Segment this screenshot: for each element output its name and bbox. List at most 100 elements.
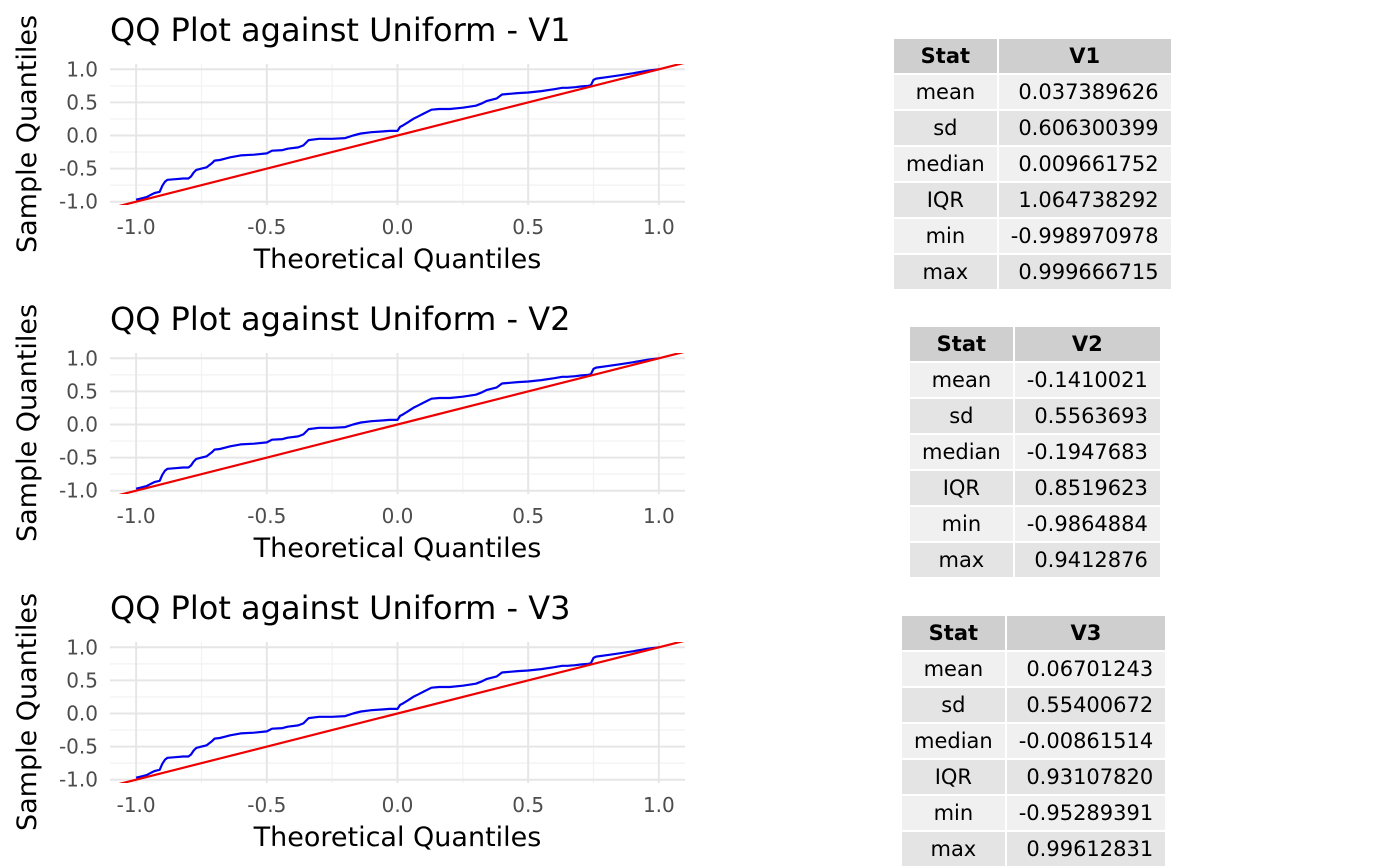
stat-name-cell: IQR xyxy=(894,183,997,217)
table-row: sd 0.606300399 xyxy=(894,111,1171,145)
stat-value-cell: 0.93107820 xyxy=(1006,760,1166,794)
y-tick-label: 0.0 xyxy=(66,701,98,725)
x-tick-label: 0.0 xyxy=(382,215,414,239)
column-header: V3 xyxy=(1006,616,1166,650)
stat-name-cell: max xyxy=(902,832,1005,866)
stat-name-cell: min xyxy=(894,219,997,253)
y-tick-label: -1.0 xyxy=(59,190,98,214)
y-tick-label: -0.5 xyxy=(59,446,98,470)
y-tick-label: 0.0 xyxy=(66,412,98,436)
stat-name-cell: IQR xyxy=(902,760,1005,794)
y-tick-label: 1.0 xyxy=(66,346,98,370)
x-tick-label: 0.5 xyxy=(512,793,544,817)
x-tick-label: 0.5 xyxy=(512,215,544,239)
table-row: min -0.95289391 xyxy=(902,796,1166,830)
x-tick-label: -1.0 xyxy=(117,504,156,528)
stat-name-cell: mean xyxy=(894,75,997,109)
table-row: max 0.99612831 xyxy=(902,832,1166,866)
table-row: IQR 0.8519623 xyxy=(910,471,1160,505)
stat-name-cell: max xyxy=(910,543,1013,577)
stat-value-cell: 0.99612831 xyxy=(1006,832,1166,866)
stat-value-cell: -0.1410021 xyxy=(1014,363,1160,397)
stat-value-cell: -0.1947683 xyxy=(1014,435,1160,469)
stats-table-v1: Stat V1 mean 0.037389626 sd 0.606300399 median… xyxy=(892,37,1173,291)
stat-name-cell: sd xyxy=(902,688,1005,722)
table-row: min -0.998970978 xyxy=(894,219,1171,253)
x-tick-label: -1.0 xyxy=(117,793,156,817)
table-row: IQR 0.93107820 xyxy=(902,760,1166,794)
stat-name-cell: sd xyxy=(910,399,1013,433)
x-axis-label: Theoretical Quantiles xyxy=(253,533,542,564)
x-tick-label: -0.5 xyxy=(247,504,286,528)
x-tick-label: -0.5 xyxy=(247,215,286,239)
x-tick-label: 0.0 xyxy=(382,793,414,817)
stat-value-cell: 0.8519623 xyxy=(1014,471,1160,505)
stat-value-cell: 0.606300399 xyxy=(998,111,1171,145)
column-header: Stat xyxy=(902,616,1005,650)
table-row: min -0.9864884 xyxy=(910,507,1160,541)
x-axis-label: Theoretical Quantiles xyxy=(253,244,542,275)
stat-name-cell: mean xyxy=(902,652,1005,686)
y-axis-label: Sample Quantiles xyxy=(12,15,43,253)
plot-title: QQ Plot against Uniform - V2 xyxy=(110,300,570,338)
x-tick-label: -1.0 xyxy=(117,215,156,239)
table-header-row: Stat V1 xyxy=(894,39,1171,73)
stat-value-cell: 0.009661752 xyxy=(998,147,1171,181)
y-tick-label: 1.0 xyxy=(66,635,98,659)
table-row: sd 0.55400672 xyxy=(902,688,1166,722)
qq-plots-svg: -1.0 -0.5 0.0 0.5 1.0 -1.0 -0.5 0.0 0.5 1.0 QQ Plo… xyxy=(12,11,685,853)
stat-value-cell: 0.9412876 xyxy=(1014,543,1160,577)
table-row: sd 0.5563693 xyxy=(910,399,1160,433)
stat-name-cell: min xyxy=(902,796,1005,830)
y-tick-label: 0.5 xyxy=(66,379,98,403)
table-row: mean -0.1410021 xyxy=(910,363,1160,397)
stat-name-cell: median xyxy=(910,435,1013,469)
stat-value-cell: 0.5563693 xyxy=(1014,399,1160,433)
table-header-row: Stat V2 xyxy=(910,327,1160,361)
stat-name-cell: median xyxy=(894,147,997,181)
x-tick-label: 1.0 xyxy=(643,215,675,239)
table-row: mean 0.037389626 xyxy=(894,75,1171,109)
y-tick-label: 0.0 xyxy=(66,123,98,147)
x-tick-label: 0.5 xyxy=(512,504,544,528)
column-header: Stat xyxy=(910,327,1013,361)
stat-name-cell: sd xyxy=(894,111,997,145)
y-tick-label: -1.0 xyxy=(59,479,98,503)
x-tick-label: 1.0 xyxy=(643,793,675,817)
table-row: median -0.1947683 xyxy=(910,435,1160,469)
x-tick-label: -0.5 xyxy=(247,793,286,817)
stat-name-cell: max xyxy=(894,255,997,289)
stat-value-cell: 0.55400672 xyxy=(1006,688,1166,722)
column-header: Stat xyxy=(894,39,997,73)
qq-plot: -1.0 -0.5 0.0 0.5 1.0 -1.0 -0.5 0.0 0.5 1.0 QQ Plo… xyxy=(12,300,685,564)
table-row: median -0.00861514 xyxy=(902,724,1166,758)
column-header: V2 xyxy=(1014,327,1160,361)
table-row: max 0.999666715 xyxy=(894,255,1171,289)
stat-value-cell: -0.9864884 xyxy=(1014,507,1160,541)
stat-value-cell: 1.064738292 xyxy=(998,183,1171,217)
y-tick-label: -1.0 xyxy=(59,768,98,792)
qq-plot: -1.0 -0.5 0.0 0.5 1.0 -1.0 -0.5 0.0 0.5 1.0 QQ Plo… xyxy=(12,589,685,853)
stat-value-cell: -0.95289391 xyxy=(1006,796,1166,830)
stat-value-cell: 0.06701243 xyxy=(1006,652,1166,686)
stat-name-cell: median xyxy=(902,724,1005,758)
plot-title: QQ Plot against Uniform - V1 xyxy=(110,11,570,49)
table-row: IQR 1.064738292 xyxy=(894,183,1171,217)
x-tick-label: 1.0 xyxy=(643,504,675,528)
y-axis-label: Sample Quantiles xyxy=(12,593,43,831)
stat-value-cell: -0.00861514 xyxy=(1006,724,1166,758)
stat-name-cell: IQR xyxy=(910,471,1013,505)
table-row: mean 0.06701243 xyxy=(902,652,1166,686)
x-axis-label: Theoretical Quantiles xyxy=(253,822,542,853)
stat-name-cell: min xyxy=(910,507,1013,541)
stats-table-v3: Stat V3 mean 0.06701243 sd 0.55400672 median -0… xyxy=(900,614,1167,868)
y-tick-label: -0.5 xyxy=(59,157,98,181)
y-tick-label: 0.5 xyxy=(66,668,98,692)
table-row: median 0.009661752 xyxy=(894,147,1171,181)
stat-value-cell: -0.998970978 xyxy=(998,219,1171,253)
stat-value-cell: 0.037389626 xyxy=(998,75,1171,109)
column-header: V1 xyxy=(998,39,1171,73)
table-row: max 0.9412876 xyxy=(910,543,1160,577)
qq-plot: -1.0 -0.5 0.0 0.5 1.0 -1.0 -0.5 0.0 0.5 1.0 QQ Plo… xyxy=(12,11,685,275)
plot-title: QQ Plot against Uniform - V3 xyxy=(110,589,570,627)
